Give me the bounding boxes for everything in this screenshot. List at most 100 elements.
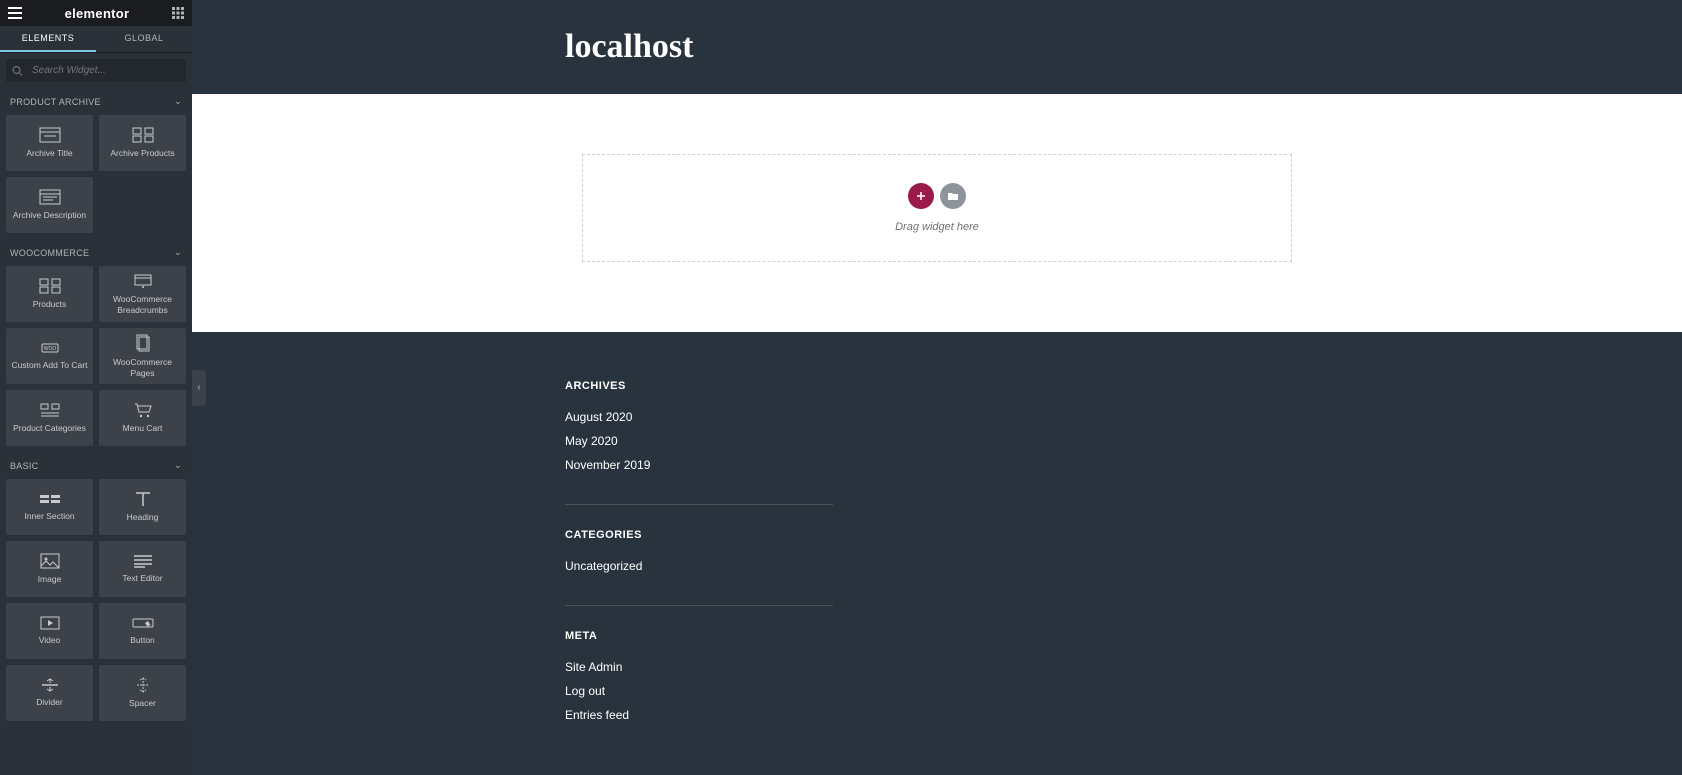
footer-meta: META Site Admin Log out Entries feed	[565, 630, 1327, 722]
widget-archive-products[interactable]: Archive Products	[99, 115, 186, 171]
widget-label: Image	[38, 574, 62, 584]
svg-text:WOO: WOO	[43, 346, 56, 352]
archive-title-icon	[39, 127, 61, 143]
inner-section-icon	[39, 492, 61, 506]
content-area: Drag widget here	[192, 94, 1682, 332]
widget-label: Divider	[36, 697, 62, 707]
widget-text-editor[interactable]: Text Editor	[99, 541, 186, 597]
breadcrumbs-icon	[132, 273, 154, 289]
text-editor-icon	[133, 554, 153, 568]
footer-heading: META	[565, 630, 1327, 642]
widget-grid-product-archive: Archive Title Archive Products Archive D…	[0, 115, 192, 239]
template-button[interactable]	[940, 183, 966, 209]
category-basic[interactable]: BASIC ⌄	[0, 452, 192, 479]
widget-label: Custom Add To Cart	[12, 360, 88, 370]
footer-link[interactable]: Entries feed	[565, 708, 1327, 722]
footer-link[interactable]: November 2019	[565, 458, 1327, 472]
widget-image[interactable]: Image	[6, 541, 93, 597]
chevron-down-icon: ⌄	[174, 247, 182, 258]
folder-icon	[947, 191, 959, 201]
widget-product-categories[interactable]: Product Categories	[6, 390, 93, 446]
widget-video[interactable]: Video	[6, 603, 93, 659]
category-woocommerce[interactable]: WOOCOMMERCE ⌄	[0, 239, 192, 266]
search-wrap	[0, 53, 192, 88]
drop-buttons	[583, 183, 1291, 209]
sidebar-header: elementor	[0, 0, 192, 26]
widget-spacer[interactable]: Spacer	[99, 665, 186, 721]
widget-inner-section[interactable]: Inner Section	[6, 479, 93, 535]
divider	[565, 504, 833, 505]
menu-icon[interactable]	[8, 7, 22, 19]
category-label: WOOCOMMERCE	[10, 248, 89, 258]
widget-label: Menu Cart	[123, 423, 163, 433]
footer-heading: ARCHIVES	[565, 380, 1327, 392]
category-product-archive[interactable]: PRODUCT ARCHIVE ⌄	[0, 88, 192, 115]
divider-icon	[40, 678, 60, 692]
archive-products-icon	[132, 127, 154, 143]
button-icon	[132, 616, 154, 630]
footer-heading: CATEGORIES	[565, 529, 1327, 541]
widget-products[interactable]: Products	[6, 266, 93, 322]
widget-grid-basic: Inner Section Heading Image Text Editor …	[0, 479, 192, 727]
site-header: localhost	[192, 0, 1682, 94]
widget-label: Product Categories	[13, 423, 86, 433]
widget-label: Button	[130, 635, 155, 645]
site-title: localhost	[547, 28, 1327, 66]
elementor-logo: elementor	[65, 6, 130, 21]
grid-icon[interactable]	[172, 7, 184, 19]
footer-archives: ARCHIVES August 2020 May 2020 November 2…	[565, 380, 1327, 472]
collapse-sidebar-handle[interactable]: ‹	[192, 370, 206, 406]
footer-link[interactable]: August 2020	[565, 410, 1327, 424]
drop-zone[interactable]: Drag widget here	[582, 154, 1292, 262]
footer-link[interactable]: Log out	[565, 684, 1327, 698]
widget-woo-breadcrumbs[interactable]: WooCommerce Breadcrumbs	[99, 266, 186, 322]
footer-link[interactable]: Uncategorized	[565, 559, 1327, 573]
tab-global[interactable]: GLOBAL	[96, 26, 192, 52]
image-icon	[40, 553, 60, 569]
widget-label: Archive Description	[13, 210, 86, 220]
footer-link[interactable]: Site Admin	[565, 660, 1327, 674]
widget-button[interactable]: Button	[99, 603, 186, 659]
sidebar-tabs: ELEMENTS GLOBAL	[0, 26, 192, 53]
widget-heading[interactable]: Heading	[99, 479, 186, 535]
woo-pages-icon	[134, 334, 152, 352]
spacer-icon	[134, 677, 152, 693]
chevron-down-icon: ⌄	[174, 96, 182, 107]
products-icon	[39, 278, 61, 294]
plus-icon	[916, 191, 926, 201]
add-section-button[interactable]	[908, 183, 934, 209]
widget-label: WooCommerce Breadcrumbs	[103, 294, 182, 314]
drop-zone-text: Drag widget here	[583, 221, 1291, 233]
widget-archive-title[interactable]: Archive Title	[6, 115, 93, 171]
widget-menu-cart[interactable]: Menu Cart	[99, 390, 186, 446]
heading-icon	[134, 491, 152, 507]
tab-elements[interactable]: ELEMENTS	[0, 26, 96, 52]
product-categories-icon	[39, 402, 61, 418]
archive-description-icon	[39, 189, 61, 205]
widget-label: Inner Section	[24, 511, 74, 521]
chevron-down-icon: ⌄	[174, 460, 182, 471]
widget-label: Spacer	[129, 698, 156, 708]
search-input[interactable]	[6, 59, 186, 82]
add-to-cart-icon: WOO	[39, 341, 61, 355]
widget-archive-description[interactable]: Archive Description	[6, 177, 93, 233]
widget-label: Archive Products	[110, 148, 174, 158]
site-footer: ARCHIVES August 2020 May 2020 November 2…	[192, 332, 1682, 775]
category-label: BASIC	[10, 461, 39, 471]
footer-categories: CATEGORIES Uncategorized	[565, 529, 1327, 573]
search-icon	[12, 65, 23, 76]
widget-divider[interactable]: Divider	[6, 665, 93, 721]
footer-link[interactable]: May 2020	[565, 434, 1327, 448]
widget-label: Video	[39, 635, 61, 645]
widget-label: Heading	[127, 512, 159, 522]
divider	[565, 605, 833, 606]
video-icon	[40, 616, 60, 630]
widget-grid-woocommerce: Products WooCommerce Breadcrumbs WOO Cus…	[0, 266, 192, 452]
category-label: PRODUCT ARCHIVE	[10, 97, 101, 107]
widget-custom-add-to-cart[interactable]: WOO Custom Add To Cart	[6, 328, 93, 384]
widget-woo-pages[interactable]: WooCommerce Pages	[99, 328, 186, 384]
elementor-sidebar: elementor ELEMENTS GLOBAL PRODUCT ARCHIV…	[0, 0, 192, 775]
widget-label: Archive Title	[26, 148, 72, 158]
widget-label: WooCommerce Pages	[103, 357, 182, 377]
widget-label: Text Editor	[122, 573, 162, 583]
